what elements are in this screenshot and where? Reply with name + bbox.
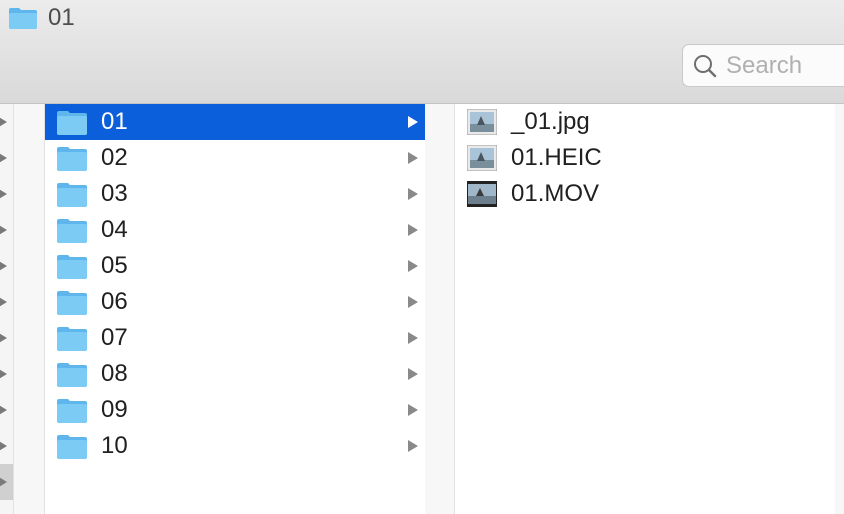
folder-icon bbox=[57, 399, 87, 423]
folder-label: 03 bbox=[101, 180, 128, 207]
folder-icon bbox=[57, 435, 87, 459]
disclosure-arrow-icon bbox=[0, 297, 7, 307]
window-toolbar: 01 Search bbox=[0, 0, 844, 104]
parent-row[interactable] bbox=[0, 356, 13, 392]
disclosure-arrow-icon bbox=[408, 116, 418, 128]
folder-label: 07 bbox=[101, 324, 128, 351]
window-title-bar: 01 bbox=[8, 4, 75, 32]
disclosure-arrow-icon bbox=[0, 333, 7, 343]
disclosure-arrow-icon bbox=[408, 224, 418, 236]
folder-label: 01 bbox=[101, 108, 128, 135]
folder-row-02[interactable]: 02 bbox=[45, 140, 425, 176]
folder-row-08[interactable]: 08 bbox=[45, 356, 425, 392]
folder-icon bbox=[57, 183, 87, 207]
image-file-icon bbox=[467, 145, 497, 171]
disclosure-arrow-icon bbox=[408, 368, 418, 380]
image-file-icon bbox=[467, 109, 497, 135]
disclosure-arrow-icon bbox=[0, 189, 7, 199]
file-column[interactable]: _01.jpg 01.HEIC 01.MOV bbox=[454, 104, 836, 514]
folder-icon bbox=[57, 291, 87, 315]
parent-row[interactable] bbox=[0, 392, 13, 428]
parent-row[interactable] bbox=[0, 464, 13, 500]
folder-row-06[interactable]: 06 bbox=[45, 284, 425, 320]
disclosure-arrow-icon bbox=[0, 153, 7, 163]
folder-row-10[interactable]: 10 bbox=[45, 428, 425, 464]
disclosure-arrow-icon bbox=[0, 405, 7, 415]
disclosure-arrow-icon bbox=[408, 260, 418, 272]
folder-icon bbox=[57, 219, 87, 243]
folder-row-04[interactable]: 04 bbox=[45, 212, 425, 248]
disclosure-arrow-icon bbox=[408, 332, 418, 344]
parent-row[interactable] bbox=[0, 140, 13, 176]
search-placeholder: Search bbox=[726, 51, 803, 79]
disclosure-arrow-icon bbox=[408, 404, 418, 416]
parent-row[interactable] bbox=[0, 176, 13, 212]
disclosure-arrow-icon bbox=[0, 369, 7, 379]
parent-row[interactable] bbox=[0, 320, 13, 356]
file-label: 01.HEIC bbox=[511, 144, 602, 171]
folder-icon bbox=[57, 255, 87, 279]
folder-label: 06 bbox=[101, 288, 128, 315]
disclosure-arrow-icon bbox=[0, 261, 7, 271]
parent-row[interactable] bbox=[0, 284, 13, 320]
file-row[interactable]: 01.HEIC bbox=[455, 140, 835, 176]
folder-icon bbox=[9, 8, 37, 29]
disclosure-arrow-icon bbox=[0, 441, 7, 451]
disclosure-arrow-icon bbox=[408, 152, 418, 164]
disclosure-arrow-icon bbox=[0, 117, 7, 127]
parent-row[interactable] bbox=[0, 428, 13, 464]
file-row[interactable]: 01.MOV bbox=[455, 176, 835, 212]
folder-row-09[interactable]: 09 bbox=[45, 392, 425, 428]
disclosure-arrow-icon bbox=[0, 477, 7, 487]
disclosure-arrow-icon bbox=[0, 225, 7, 235]
search-icon bbox=[694, 54, 717, 77]
parent-row[interactable] bbox=[0, 248, 13, 284]
parent-row[interactable] bbox=[0, 212, 13, 248]
column-divider[interactable] bbox=[835, 104, 844, 514]
column-divider[interactable] bbox=[425, 104, 454, 514]
video-file-icon bbox=[467, 181, 497, 207]
file-label: 01.MOV bbox=[511, 180, 600, 207]
folder-column[interactable]: 01 02 03 04 05 06 07 08 09 10 bbox=[44, 104, 426, 514]
folder-label: 09 bbox=[101, 396, 128, 423]
folder-label: 08 bbox=[101, 360, 128, 387]
folder-row-01[interactable]: 01 bbox=[45, 104, 425, 140]
folder-icon bbox=[57, 363, 87, 387]
folder-label: 02 bbox=[101, 144, 128, 171]
file-label: _01.jpg bbox=[511, 108, 590, 135]
file-row[interactable]: _01.jpg bbox=[455, 104, 835, 140]
folder-label: 05 bbox=[101, 252, 128, 279]
parent-column[interactable] bbox=[0, 104, 14, 514]
window-title: 01 bbox=[48, 4, 75, 31]
column-divider[interactable] bbox=[14, 104, 44, 514]
folder-icon bbox=[57, 147, 87, 171]
folder-row-07[interactable]: 07 bbox=[45, 320, 425, 356]
disclosure-arrow-icon bbox=[408, 188, 418, 200]
folder-icon bbox=[57, 327, 87, 351]
folder-row-03[interactable]: 03 bbox=[45, 176, 425, 212]
disclosure-arrow-icon bbox=[408, 440, 418, 452]
folder-icon bbox=[57, 111, 87, 135]
parent-row[interactable] bbox=[0, 104, 13, 140]
search-field[interactable]: Search bbox=[682, 44, 844, 87]
folder-row-05[interactable]: 05 bbox=[45, 248, 425, 284]
disclosure-arrow-icon bbox=[408, 296, 418, 308]
folder-label: 04 bbox=[101, 216, 128, 243]
folder-label: 10 bbox=[101, 432, 128, 459]
